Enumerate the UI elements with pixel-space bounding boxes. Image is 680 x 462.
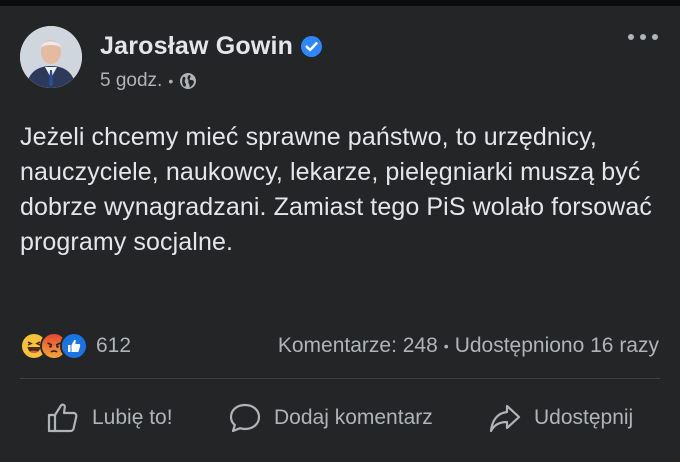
more-dot — [628, 34, 634, 40]
author-header: Jarosław Gowin — [100, 28, 323, 64]
more-dot — [640, 34, 646, 40]
shares-count[interactable]: Udostępniono 16 razy — [455, 334, 659, 358]
post-stats: Komentarze: 248 • Udostępniono 16 razy — [278, 331, 659, 361]
avatar[interactable] — [20, 26, 82, 88]
more-dot — [652, 34, 658, 40]
comments-count[interactable]: Komentarze: 248 — [278, 334, 438, 358]
like-button-label: Lubię to! — [92, 406, 173, 429]
action-bar: Lubię to! Dodaj komentarz Udostępnij — [0, 392, 680, 444]
author-name[interactable]: Jarosław Gowin — [100, 32, 293, 61]
comment-button-label: Dodaj komentarz — [274, 406, 433, 429]
comment-icon — [229, 403, 261, 433]
more-options-icon[interactable] — [628, 28, 658, 46]
share-button[interactable]: Udostępnij — [488, 392, 633, 444]
reactions-summary[interactable]: 612 — [20, 331, 131, 361]
post-card: Jarosław Gowin 5 godz. • Jeżeli chcemy m… — [0, 6, 680, 462]
share-icon — [489, 404, 521, 433]
meta-separator: • — [168, 73, 174, 89]
stats-separator: • — [443, 338, 449, 354]
verified-badge-icon — [301, 35, 323, 57]
reaction-count: 612 — [96, 334, 132, 357]
post-meta: 5 godz. • — [100, 68, 197, 94]
divider — [20, 378, 660, 379]
comment-button[interactable]: Dodaj komentarz — [228, 392, 433, 444]
post-timestamp[interactable]: 5 godz. — [100, 70, 162, 92]
like-emoji-icon — [60, 332, 88, 360]
globe-icon — [179, 72, 197, 90]
author-photo — [20, 26, 82, 88]
share-button-label: Udostępnij — [534, 406, 634, 429]
like-button[interactable]: Lubię to! — [46, 392, 173, 444]
post-text: Jeżeli chcemy mieć sprawne państwo, to u… — [20, 123, 652, 256]
thumbs-up-icon — [47, 403, 78, 433]
